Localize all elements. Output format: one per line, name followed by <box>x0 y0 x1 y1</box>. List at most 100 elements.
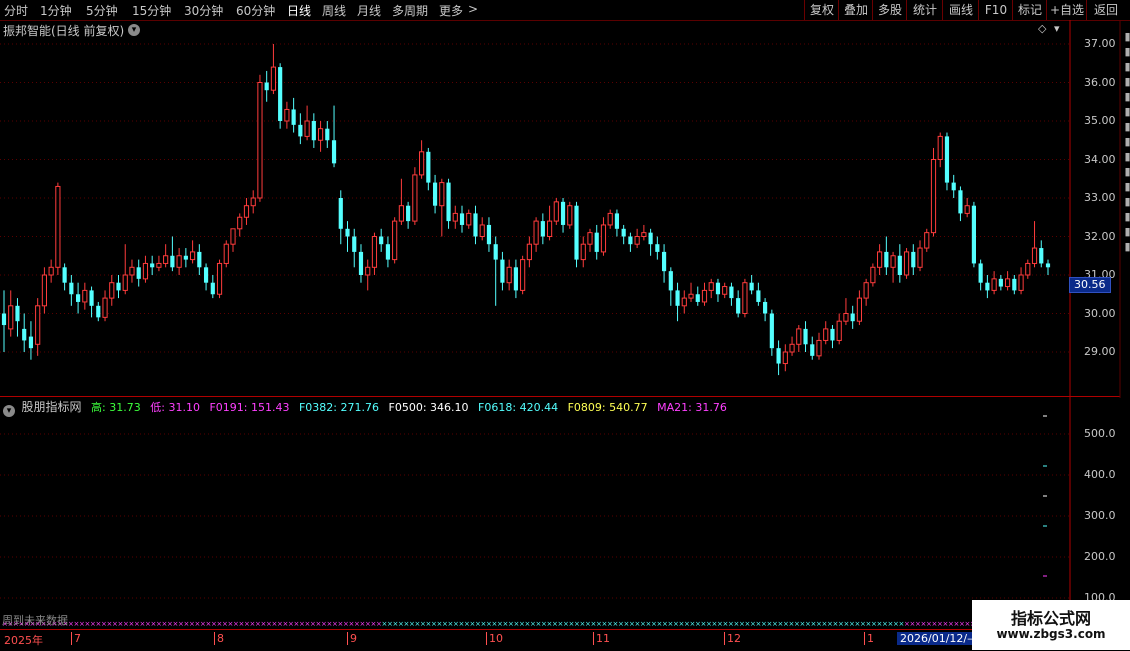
candle-body <box>594 232 599 252</box>
candle-body <box>102 297 108 318</box>
candle-body <box>317 128 324 141</box>
mark-button[interactable]: 标记 <box>1012 0 1047 20</box>
candle <box>317 121 324 152</box>
candle-body <box>587 232 593 245</box>
top-toolbar: 分时 1分钟 5分钟 15分钟 30分钟 60分钟 日线 周线 月线 多周期 更… <box>0 0 1130 21</box>
period-tab-60min[interactable]: 60分钟 <box>236 2 275 19</box>
candle <box>567 201 573 229</box>
candle <box>284 101 290 129</box>
candle-body <box>991 278 997 291</box>
back-button[interactable]: 返回 <box>1086 0 1125 20</box>
overlay-button[interactable]: 叠加 <box>838 0 873 20</box>
statistics-button[interactable]: 统计 <box>906 0 943 20</box>
candle-body <box>28 336 34 349</box>
candle-body <box>634 236 640 245</box>
candle <box>708 278 714 299</box>
candle <box>930 147 937 237</box>
candle-body <box>331 140 337 164</box>
candle-body <box>506 266 512 284</box>
candle <box>985 275 990 299</box>
candle <box>600 217 607 256</box>
candle-body <box>486 224 492 245</box>
add-watchlist-button[interactable]: +自选 <box>1046 0 1087 20</box>
candle <box>426 147 431 191</box>
period-tab-daily[interactable]: 日线 <box>287 2 311 19</box>
period-tab-1min[interactable]: 1分钟 <box>40 2 72 19</box>
candle-body <box>796 328 802 345</box>
candle <box>722 282 728 299</box>
candle-body <box>513 267 518 291</box>
candle <box>628 232 633 252</box>
period-tab-15min[interactable]: 15分钟 <box>132 2 171 19</box>
candle <box>35 298 41 356</box>
candle-body <box>345 228 350 237</box>
candle <box>22 313 27 352</box>
candle <box>648 228 653 256</box>
candle-body <box>291 109 296 125</box>
candle-body <box>729 286 734 299</box>
candle <box>553 198 559 225</box>
candle-body <box>278 67 283 121</box>
y-tick-label: 37.00 <box>1084 37 1116 50</box>
candle <box>776 340 781 376</box>
candle-body <box>600 224 607 253</box>
candle <box>850 305 855 329</box>
candle <box>506 259 512 291</box>
candle <box>325 121 330 148</box>
candle <box>924 228 930 252</box>
x-month-label: 12 <box>724 632 741 645</box>
multi-stock-button[interactable]: 多股 <box>872 0 907 20</box>
f10-button[interactable]: F10 <box>978 0 1013 20</box>
candle <box>823 321 829 345</box>
candle <box>298 113 303 145</box>
candle <box>587 228 593 252</box>
period-tab-5min[interactable]: 5分钟 <box>86 2 118 19</box>
candle <box>28 321 34 360</box>
candlestick-chart[interactable] <box>0 20 1130 398</box>
candle <box>406 201 411 229</box>
draw-line-button[interactable]: 画线 <box>942 0 979 20</box>
candle-body <box>1045 263 1051 268</box>
candle-body <box>830 328 835 341</box>
fuquan-button[interactable]: 复权 <box>804 0 839 20</box>
chevron-right-icon[interactable]: > <box>468 2 478 16</box>
candle-body <box>122 274 128 291</box>
candle-body <box>1018 274 1024 291</box>
candle <box>870 263 876 287</box>
period-tab-weekly[interactable]: 周线 <box>322 2 346 19</box>
period-tab-30min[interactable]: 30分钟 <box>184 2 223 19</box>
candle <box>82 282 88 310</box>
candle-body <box>22 328 27 341</box>
indicator-chart[interactable]: × × × × × × × × × × × × × × × × × × × × × × × × × × × × × × × × × × × × × × × ×… <box>0 398 1130 628</box>
candle-body <box>352 236 357 252</box>
candle <box>810 336 815 360</box>
candle-body <box>655 244 660 252</box>
candle-body <box>756 290 761 302</box>
candle <box>560 198 566 233</box>
period-tab-more[interactable]: 更多 <box>439 2 463 19</box>
candle <box>1012 275 1017 295</box>
candle-body <box>392 220 398 261</box>
candle-body <box>937 135 943 160</box>
candle-body <box>614 213 620 229</box>
x-month-label: 10 <box>486 632 503 645</box>
candle <box>230 228 236 252</box>
candle-body <box>176 255 182 268</box>
x-year-label: 2025年 <box>4 634 43 647</box>
candle-body <box>580 243 586 261</box>
period-tab-fenshi[interactable]: 分时 <box>4 2 28 19</box>
candle <box>607 209 613 229</box>
candle <box>749 275 754 295</box>
candle <box>102 290 108 322</box>
candle-body <box>803 328 808 345</box>
candle-body <box>978 263 983 283</box>
candle <box>439 178 445 237</box>
candle <box>419 140 425 179</box>
candle-body <box>419 151 425 176</box>
candle-body <box>621 228 626 237</box>
side-panel-strip[interactable]: ▮▮▮▮▮▮▮▮▮▮▮▮▮▮▮ <box>1121 30 1130 255</box>
candle-body <box>641 232 647 237</box>
period-tab-monthly[interactable]: 月线 <box>357 2 381 19</box>
candle <box>412 167 418 225</box>
period-tab-multi[interactable]: 多周期 <box>392 2 428 19</box>
